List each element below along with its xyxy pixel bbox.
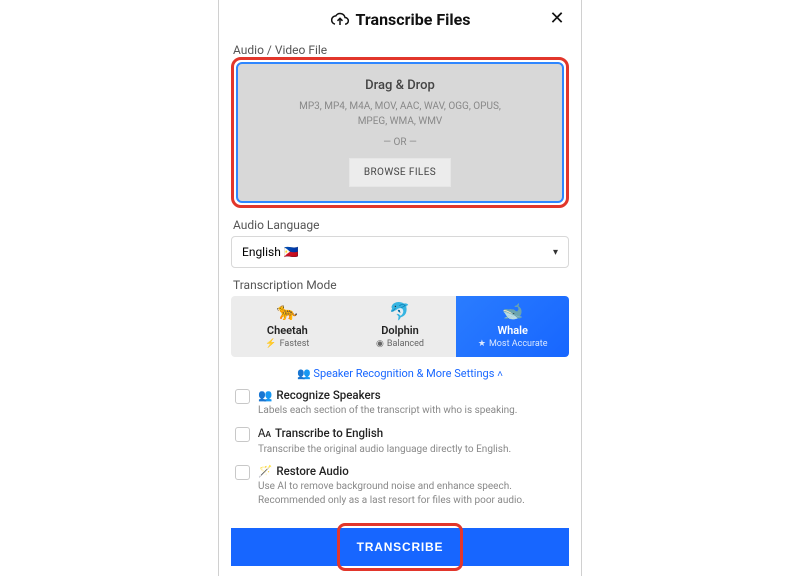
option-desc: Use AI to remove background noise and en…	[258, 480, 565, 507]
close-button[interactable]: ✕	[547, 10, 567, 30]
file-dropzone[interactable]: Drag & Drop MP3, MP4, M4A, MOV, AAC, WAV…	[236, 62, 564, 203]
star-icon: ★	[478, 339, 486, 349]
cheetah-icon: 🐆	[235, 304, 340, 321]
option-desc: Labels each section of the transcript wi…	[258, 404, 565, 418]
mode-cheetah[interactable]: 🐆 Cheetah ⚡ Fastest	[231, 296, 344, 357]
transcribe-english-checkbox[interactable]	[235, 427, 250, 442]
modal-header: Transcribe Files ✕	[219, 0, 581, 37]
option-title: 🪄 Restore Audio	[258, 464, 565, 478]
file-field-label: Audio / Video File	[233, 43, 327, 57]
modal-title-text: Transcribe Files	[356, 10, 471, 29]
mode-whale[interactable]: 🐋 Whale ★ Most Accurate	[456, 296, 569, 357]
dropzone-highlight: Drag & Drop MP3, MP4, M4A, MOV, AAC, WAV…	[231, 57, 569, 208]
mode-name: Cheetah	[235, 324, 340, 337]
browse-files-button[interactable]: BROWSE FILES	[349, 158, 451, 187]
mode-sub: ◉ Balanced	[348, 339, 453, 349]
transcribe-button[interactable]: TRANSCRIBE	[231, 528, 569, 566]
mode-dolphin[interactable]: 🐬 Dolphin ◉ Balanced	[344, 296, 457, 357]
more-settings-toggle[interactable]: 👥 Speaker Recognition & More Settings ˄	[231, 367, 569, 380]
bolt-icon: ⚡	[265, 339, 276, 349]
mode-sub: ⚡ Fastest	[235, 339, 340, 349]
translate-icon: 🗛	[258, 426, 271, 441]
caret-down-icon: ▾	[553, 247, 558, 258]
option-title: 🗛 Transcribe to English	[258, 426, 565, 441]
language-value: English 🇵🇭	[242, 245, 299, 259]
submit-area: TRANSCRIBE	[219, 528, 581, 576]
dropzone-formats: MP3, MP4, M4A, MOV, AAC, WAV, OGG, OPUS,…	[285, 99, 515, 129]
dot-icon: ◉	[376, 339, 384, 349]
language-select[interactable]: English 🇵🇭 ▾	[231, 236, 569, 268]
transcribe-modal: Transcribe Files ✕ Audio / Video File 🔗 …	[218, 0, 582, 576]
speakers-icon: 👥	[258, 388, 272, 402]
chevron-up-icon: ˄	[497, 369, 503, 380]
mode-name: Dolphin	[348, 324, 453, 337]
modal-title: Transcribe Files	[330, 10, 471, 29]
modal-body: Audio / Video File 🔗 Drag & Drop MP3, MP…	[219, 37, 581, 528]
dropzone-title: Drag & Drop	[248, 78, 552, 93]
option-title: 👥 Recognize Speakers	[258, 388, 565, 402]
recognize-speakers-checkbox[interactable]	[235, 389, 250, 404]
dropzone-or: — OR —	[248, 137, 552, 148]
mode-sub: ★ Most Accurate	[460, 339, 565, 349]
option-restore-audio: 🪄 Restore Audio Use AI to remove backgro…	[235, 464, 565, 507]
language-label: Audio Language	[233, 218, 567, 232]
mode-name: Whale	[460, 324, 565, 337]
option-desc: Transcribe the original audio language d…	[258, 443, 565, 457]
option-recognize-speakers: 👥 Recognize Speakers Labels each section…	[235, 388, 565, 418]
dolphin-icon: 🐬	[348, 304, 453, 321]
whale-icon: 🐋	[460, 304, 565, 321]
restore-audio-checkbox[interactable]	[235, 465, 250, 480]
mode-selector: 🐆 Cheetah ⚡ Fastest 🐬 Dolphin ◉ Balanced…	[231, 296, 569, 357]
option-transcribe-english: 🗛 Transcribe to English Transcribe the o…	[235, 426, 565, 457]
mode-label: Transcription Mode	[233, 278, 567, 292]
upload-cloud-icon	[330, 12, 350, 28]
wand-icon: 🪄	[258, 464, 272, 478]
